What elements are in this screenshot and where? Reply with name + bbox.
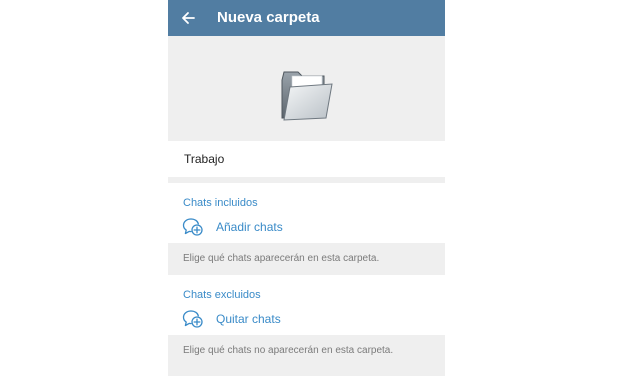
folder-hero bbox=[168, 36, 445, 141]
page-title: Nueva carpeta bbox=[217, 9, 320, 26]
app-bar: Nueva carpeta bbox=[168, 0, 445, 36]
included-hint: Elige qué chats aparecerán en esta carpe… bbox=[183, 253, 380, 264]
new-folder-screen: Nueva carpeta Trabajo Chats incluidos Añ… bbox=[168, 0, 445, 376]
included-chats-header: Chats incluidos bbox=[183, 197, 258, 209]
folder-name-value: Trabajo bbox=[184, 152, 225, 166]
chat-add-icon bbox=[182, 218, 203, 236]
included-hint-box: Elige qué chats aparecerán en esta carpe… bbox=[168, 243, 445, 275]
arrow-left-icon bbox=[182, 12, 195, 24]
back-button[interactable] bbox=[176, 6, 200, 30]
folder-icon bbox=[281, 71, 333, 121]
excluded-hint: Elige qué chats no aparecerán en esta ca… bbox=[183, 345, 394, 356]
excluded-hint-box: Elige qué chats no aparecerán en esta ca… bbox=[168, 335, 445, 376]
chat-add-icon bbox=[182, 310, 203, 328]
section-divider bbox=[168, 177, 445, 183]
add-chats-label: Añadir chats bbox=[216, 220, 283, 234]
excluded-chats-header: Chats excluidos bbox=[183, 289, 261, 301]
folder-name-field[interactable]: Trabajo bbox=[168, 141, 445, 177]
remove-chats-button[interactable]: Quitar chats bbox=[168, 306, 445, 332]
remove-chats-label: Quitar chats bbox=[216, 312, 281, 326]
add-chats-button[interactable]: Añadir chats bbox=[168, 214, 445, 240]
